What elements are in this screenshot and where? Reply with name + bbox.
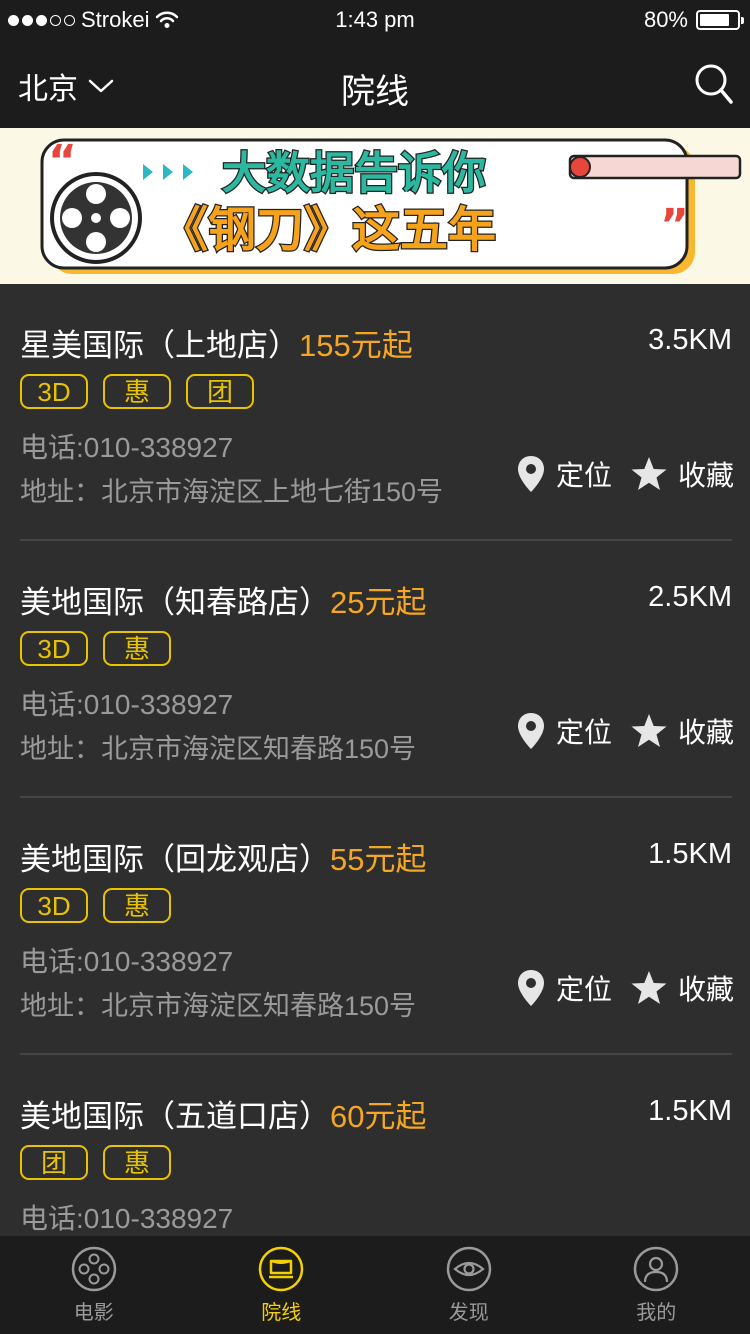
tag-badge: 3D — [20, 631, 88, 666]
locate-label: 定位 — [555, 717, 612, 748]
favorite-label: 收藏 — [677, 717, 734, 748]
tab-cinema-screen[interactable]: 院线 — [188, 1236, 376, 1334]
tag-badge: 惠 — [103, 631, 171, 666]
tag-badge: 惠 — [103, 1145, 171, 1180]
locate-label: 定位 — [555, 974, 612, 1005]
cinema-screen-icon — [259, 1246, 304, 1292]
locate-label: 定位 — [555, 460, 612, 491]
tag-badge: 惠 — [103, 888, 171, 923]
cinema-address: 地址：北京市海淀区知春路150号 — [20, 734, 417, 764]
battery-icon — [696, 10, 744, 30]
user-icon — [634, 1246, 679, 1292]
cinema-distance: 2.5KM — [648, 581, 732, 613]
tab-film-reel[interactable]: 电影 — [0, 1236, 188, 1334]
cinema-phone[interactable]: 电话:010-338927 — [20, 426, 233, 466]
cinema-distance: 1.5KM — [648, 838, 732, 870]
card-actions: 定位 收藏 — [516, 711, 734, 751]
card-actions: 定位 收藏 — [516, 454, 734, 494]
search-icon[interactable] — [694, 62, 734, 106]
cinema-card[interactable]: 美地国际（五道口店）60元起 1.5KM 团惠 电话:010-338927 — [0, 1055, 750, 1236]
film-reel-icon — [71, 1246, 116, 1292]
tag-list: 3D 惠团 — [20, 374, 254, 409]
tab-label: 发现 — [448, 1302, 489, 1324]
favorite-button[interactable]: 收藏 — [630, 454, 734, 494]
page-title: 院线 — [341, 73, 409, 111]
tab-bar: 电影 院线 发现 我的 — [0, 1236, 750, 1334]
cinema-card[interactable]: 星美国际（上地店）155元起 3.5KM 3D 惠团 电话:010-338927 … — [0, 284, 750, 541]
cinema-name-text: 美地国际（知春路店） — [20, 585, 330, 620]
cinema-name-text: 美地国际（回龙观店） — [20, 842, 330, 877]
banner-artwork: “ ” 大数据告诉你 《钢刀》这五年 — [0, 128, 750, 284]
cinema-price: 60元起 — [330, 1099, 427, 1134]
cinema-name-text: 美地国际（五道口店） — [20, 1099, 330, 1134]
eye-icon — [446, 1246, 491, 1292]
tab-label: 我的 — [636, 1302, 677, 1324]
cinema-card[interactable]: 美地国际（回龙观店）55元起 1.5KM 3D 惠 电话:010-338927 地… — [0, 798, 750, 1055]
cinema-name-text: 星美国际（上地店） — [20, 328, 299, 363]
favorite-label: 收藏 — [677, 460, 734, 491]
favorite-label: 收藏 — [677, 974, 734, 1005]
tag-list: 3D 惠 — [20, 888, 171, 923]
cinema-phone[interactable]: 电话:010-338927 — [20, 683, 233, 723]
locate-button[interactable]: 定位 — [516, 454, 612, 494]
cinema-list[interactable]: 星美国际（上地店）155元起 3.5KM 3D 惠团 电话:010-338927 … — [0, 284, 750, 1236]
promo-banner[interactable]: “ ” 大数据告诉你 《钢刀》这五年 — [0, 128, 750, 284]
cinema-name[interactable]: 美地国际（五道口店）60元起 — [20, 1091, 426, 1136]
favorite-button[interactable]: 收藏 — [630, 711, 734, 751]
clock: 1:43 pm — [335, 7, 415, 32]
tab-user[interactable]: 我的 — [563, 1236, 750, 1334]
battery-percent: 80% — [643, 7, 688, 32]
card-actions: 定位 收藏 — [516, 968, 734, 1008]
star-icon — [631, 714, 667, 747]
cinema-name[interactable]: 美地国际（知春路店）25元起 — [20, 577, 426, 622]
cinema-name[interactable]: 美地国际（回龙观店）55元起 — [20, 834, 426, 879]
tab-label: 电影 — [73, 1302, 114, 1324]
tab-eye[interactable]: 发现 — [375, 1236, 563, 1334]
cinema-name[interactable]: 星美国际（上地店）155元起 — [20, 320, 413, 365]
favorite-button[interactable]: 收藏 — [630, 968, 734, 1008]
star-icon — [631, 971, 667, 1004]
tag-badge: 团 — [20, 1145, 88, 1180]
location-pin-icon — [517, 713, 544, 749]
tag-list: 3D 惠 — [20, 631, 171, 666]
nav-bar: 北京 院线 — [0, 40, 750, 128]
banner-line1: 大数据告诉你 — [222, 148, 486, 199]
tab-label: 院线 — [261, 1302, 302, 1324]
cinema-address: 地址：北京市海淀区上地七街150号 — [20, 477, 444, 507]
banner-line2: 《钢刀》这五年 — [160, 202, 496, 258]
cinema-distance: 3.5KM — [648, 324, 732, 356]
tag-badge: 惠 — [103, 374, 171, 409]
cinema-card[interactable]: 美地国际（知春路店）25元起 2.5KM 3D 惠 电话:010-338927 地… — [0, 541, 750, 798]
tag-badge: 团 — [186, 374, 254, 409]
status-bar: Strokei 1:43 pm 80% — [0, 0, 750, 40]
cinema-price: 155元起 — [299, 328, 413, 363]
locate-button[interactable]: 定位 — [516, 711, 612, 751]
cinema-phone[interactable]: 电话:010-338927 — [20, 1197, 233, 1236]
film-reel-icon — [50, 172, 142, 264]
pen-icon — [568, 154, 742, 180]
star-icon — [631, 457, 667, 490]
tag-badge: 3D — [20, 888, 88, 923]
cinema-phone[interactable]: 电话:010-338927 — [20, 940, 233, 980]
cinema-price: 55元起 — [330, 842, 427, 877]
tag-list: 团惠 — [20, 1145, 171, 1180]
cinema-price: 25元起 — [330, 585, 427, 620]
svg-text:”: ” — [660, 200, 689, 251]
tag-badge: 3D — [20, 374, 88, 409]
cinema-address: 地址：北京市海淀区知春路150号 — [20, 991, 417, 1021]
locate-button[interactable]: 定位 — [516, 968, 612, 1008]
location-pin-icon — [517, 970, 544, 1006]
location-pin-icon — [517, 456, 544, 492]
cinema-distance: 1.5KM — [648, 1095, 732, 1127]
